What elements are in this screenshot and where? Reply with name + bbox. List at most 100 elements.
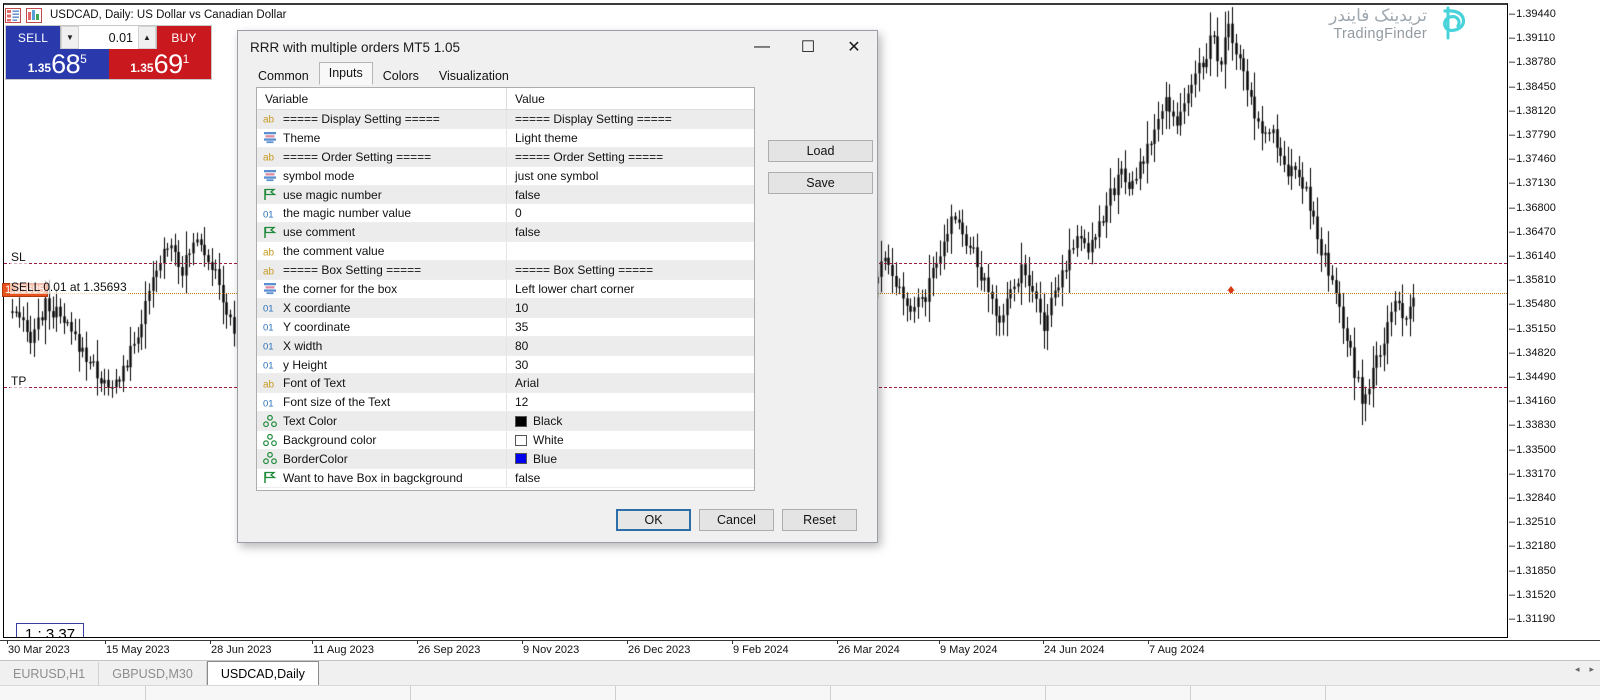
table-cell-value[interactable]: 80 — [506, 337, 754, 355]
table-row[interactable]: 01X width80 — [257, 337, 754, 356]
buy-button[interactable]: BUY — [157, 26, 211, 49]
dialog-tab-strip[interactable]: CommonInputsColorsVisualization — [238, 63, 877, 85]
table-cell-value[interactable]: 12 — [506, 393, 754, 411]
save-button[interactable]: Save — [768, 172, 873, 194]
chart-list-icon[interactable] — [5, 8, 21, 23]
table-row[interactable]: 01the magic number value0 — [257, 204, 754, 223]
reset-button[interactable]: Reset — [782, 509, 857, 531]
tab-scroll-left-button[interactable]: ◂ — [1575, 664, 1580, 675]
table-row[interactable]: use commentfalse — [257, 223, 754, 242]
time-scale-axis[interactable]: 30 Mar 202315 May 202328 Jun 202311 Aug … — [0, 640, 1600, 660]
table-row[interactable]: Text ColorBlack — [257, 412, 754, 431]
table-row[interactable]: Theme Light theme — [257, 129, 754, 148]
dialog-side-buttons[interactable]: Load Save — [768, 140, 873, 194]
price-tick: –1.33170 — [1509, 468, 1556, 480]
tab-scroll-controls[interactable]: ◂ ▸ — [1575, 664, 1594, 675]
int-01-icon: 01 — [263, 320, 277, 333]
table-row[interactable]: BorderColorBlue — [257, 450, 754, 469]
parameters-table-body[interactable]: ab===== Display Setting ========== Displ… — [257, 110, 754, 488]
table-row[interactable]: ab===== Display Setting ========== Displ… — [257, 110, 754, 129]
string-ab-icon: ab — [263, 150, 277, 163]
time-tick: 9 May 2024 — [940, 644, 997, 656]
table-row[interactable]: the corner for the boxLeft lower chart c… — [257, 280, 754, 299]
volume-decrement-button[interactable]: ▼ — [61, 26, 79, 49]
volume-increment-button[interactable]: ▲ — [138, 26, 156, 49]
parameter-label: Theme — [283, 131, 320, 145]
price-tick: –1.37790 — [1509, 129, 1556, 141]
enum-stack-icon — [263, 131, 277, 144]
ask-price-display[interactable]: 1.35 69 1 — [109, 49, 212, 79]
chart-tab-bar[interactable]: EURUSD,H1GBPUSD,M30USDCAD,Daily — [0, 660, 1600, 685]
table-row[interactable]: ab===== Order Setting ========== Order S… — [257, 148, 754, 167]
color-swatch — [515, 453, 527, 464]
table-cell-value[interactable]: 30 — [506, 356, 754, 374]
dialog-title-bar[interactable]: RRR with multiple orders MT5 1.05 — ☐ ✕ — [238, 31, 877, 63]
tab-visualization[interactable]: Visualization — [429, 66, 519, 86]
table-row[interactable]: 01X coordiante10 — [257, 299, 754, 318]
sell-button[interactable]: SELL — [6, 26, 60, 49]
table-cell-value[interactable]: ===== Display Setting ===== — [506, 110, 754, 128]
table-row[interactable]: 01Font size of the Text12 — [257, 393, 754, 412]
parameter-label: Background color — [283, 433, 376, 447]
ok-button[interactable]: OK — [616, 509, 691, 531]
parameter-label: Font size of the Text — [283, 395, 390, 409]
table-cell-value[interactable] — [506, 242, 754, 260]
bid-price-display[interactable]: 1.35 68 5 — [6, 49, 109, 79]
load-button[interactable]: Load — [768, 140, 873, 162]
table-row[interactable]: symbol modejust one symbol — [257, 167, 754, 186]
table-cell-value[interactable]: 35 — [506, 318, 754, 336]
table-cell-value[interactable]: 10 — [506, 299, 754, 317]
chart-tab[interactable]: GBPUSD,M30 — [99, 662, 207, 685]
table-row[interactable]: abthe comment value — [257, 242, 754, 261]
table-cell-value[interactable]: Blue — [506, 450, 754, 468]
table-cell-value[interactable]: Arial — [506, 374, 754, 392]
table-cell-value[interactable]: false — [506, 223, 754, 241]
table-cell-value[interactable]: ===== Box Setting ===== — [506, 261, 754, 279]
table-row[interactable]: 01y Height30 — [257, 356, 754, 375]
trade-panel-prices[interactable]: 1.35 68 5 1.35 69 1 — [6, 49, 211, 79]
table-row[interactable]: 01Y coordinate35 — [257, 318, 754, 337]
chart-bars-icon[interactable] — [26, 8, 42, 23]
tab-common[interactable]: Common — [248, 66, 319, 86]
table-cell-value[interactable]: false — [506, 186, 754, 204]
table-cell-variable: BorderColor — [257, 452, 506, 466]
dialog-footer[interactable]: OK Cancel Reset — [238, 498, 877, 542]
tab-inputs[interactable]: Inputs — [319, 62, 373, 85]
chart-tab[interactable]: USDCAD,Daily — [207, 661, 319, 686]
one-click-trade-panel[interactable]: SELL ▼ 0.01 ▲ BUY 1.35 68 5 1.35 69 1 — [5, 25, 212, 80]
volume-stepper[interactable]: ▼ 0.01 ▲ — [60, 26, 157, 49]
table-row[interactable]: abFont of TextArial — [257, 374, 754, 393]
maximize-icon[interactable]: ☐ — [785, 32, 831, 63]
table-row[interactable]: Want to have Box in bagckgroundfalse — [257, 469, 754, 488]
cancel-button[interactable]: Cancel — [699, 509, 774, 531]
table-cell-value[interactable]: 0 — [506, 204, 754, 222]
table-cell-value[interactable]: just one symbol — [506, 167, 754, 185]
svg-text:01: 01 — [263, 209, 274, 220]
volume-input[interactable]: 0.01 — [79, 26, 138, 49]
table-row[interactable]: Background color White — [257, 431, 754, 450]
tab-colors[interactable]: Colors — [373, 66, 429, 86]
table-row[interactable]: use magic numberfalse — [257, 186, 754, 205]
int-01-icon: 01 — [263, 358, 277, 371]
price-scale-axis[interactable]: –1.39440–1.39110–1.38780–1.38450–1.38120… — [1509, 3, 1597, 638]
minimize-icon[interactable]: — — [739, 32, 785, 63]
time-tick: 11 Aug 2023 — [313, 644, 374, 656]
table-cell-variable: symbol mode — [257, 169, 506, 183]
indicator-properties-dialog[interactable]: RRR with multiple orders MT5 1.05 — ☐ ✕ … — [237, 30, 878, 543]
table-cell-value[interactable]: Black — [506, 412, 754, 430]
table-cell-value[interactable]: Light theme — [506, 129, 754, 147]
chart-tab[interactable]: EURUSD,H1 — [0, 662, 99, 685]
table-cell-value[interactable]: ===== Order Setting ===== — [506, 148, 754, 166]
tab-scroll-right-button[interactable]: ▸ — [1589, 664, 1594, 675]
table-row[interactable]: ab===== Box Setting ========== Box Setti… — [257, 261, 754, 280]
parameters-table[interactable]: Variable Value ab===== Display Setting =… — [256, 87, 755, 491]
trade-panel-controls[interactable]: SELL ▼ 0.01 ▲ BUY — [6, 26, 211, 49]
table-cell-value[interactable]: Left lower chart corner — [506, 280, 754, 298]
time-tick: 7 Aug 2024 — [1149, 644, 1205, 656]
price-tick: –1.31850 — [1509, 565, 1556, 577]
close-icon[interactable]: ✕ — [831, 32, 877, 63]
table-cell-value[interactable]: false — [506, 469, 754, 487]
table-cell-variable: abFont of Text — [257, 376, 506, 390]
tradingfinder-logo-icon — [1436, 6, 1470, 42]
table-cell-value[interactable]: White — [506, 431, 754, 449]
